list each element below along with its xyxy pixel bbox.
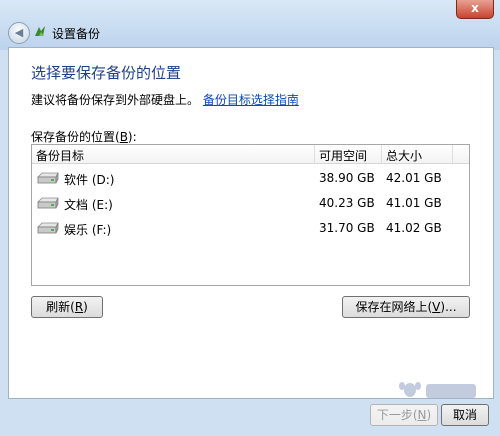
next-label: 下一步( [376,408,418,422]
drive-name: 文档 (E:) [64,198,113,212]
drive-free-space: 40.23 GB [319,196,375,210]
column-header-target[interactable]: 备份目标 [36,147,84,164]
drive-name: 娱乐 (F:) [64,223,112,237]
list-item-drive-e[interactable]: 文档 (E:) 40.23 GB 41.01 GB [32,192,469,216]
window: x ◀ 设置备份 选择要保存备份的位置 建议将备份保存到外部硬盘上。 备份目标选… [0,0,500,436]
hard-drive-icon [37,222,59,234]
back-button[interactable]: ◀ [8,22,30,44]
refresh-label: 刷新( [46,300,75,314]
list-label-suffix: ): [127,130,137,144]
column-header-free[interactable]: 可用空间 [319,147,367,164]
drive-total-size: 41.02 GB [386,221,442,235]
column-divider [381,145,382,163]
hard-drive-icon [37,197,59,209]
close-button[interactable]: x [456,0,494,19]
list-item-drive-d[interactable]: 软件 (D:) 38.90 GB 42.01 GB [32,167,469,191]
drive-name: 软件 (D:) [64,173,115,187]
list-header: 备份目标 可用空间 总大小 [32,145,469,164]
refresh-button[interactable]: 刷新(R) [31,296,103,318]
column-header-total[interactable]: 总大小 [386,147,422,164]
column-divider [314,145,315,163]
watermark-icon [399,382,476,398]
next-label-suffix: ) [426,408,432,422]
back-arrow-icon: ◀ [14,26,24,39]
list-label-prefix: 保存备份的位置( [31,130,120,144]
advice-link[interactable]: 备份目标选择指南 [203,93,299,107]
drive-free-space: 31.70 GB [319,221,375,235]
save-on-network-button[interactable]: 保存在网络上(V)... [342,296,470,318]
backup-destination-list[interactable]: 备份目标 可用空间 总大小 软件 (D:) 38.90 GB 42.01 GB [31,144,470,286]
advice-line: 建议将备份保存到外部硬盘上。 备份目标选择指南 [31,91,299,108]
refresh-hotkey: R [74,300,84,314]
network-label: 保存在网络上( [355,300,433,314]
window-title: 设置备份 [52,27,101,41]
advice-text: 建议将备份保存到外部硬盘上。 [31,93,200,107]
drive-total-size: 41.01 GB [386,196,442,210]
backup-app-icon [35,26,45,36]
column-divider [452,145,453,163]
list-item-drive-f[interactable]: 娱乐 (F:) 31.70 GB 41.02 GB [32,217,469,241]
network-label-suffix: )... [440,300,457,314]
drive-free-space: 38.90 GB [319,171,375,185]
location-list-label: 保存备份的位置(B): [31,128,137,145]
content-panel: 选择要保存备份的位置 建议将备份保存到外部硬盘上。 备份目标选择指南 保存备份的… [8,47,494,399]
page-title: 选择要保存备份的位置 [31,64,182,82]
drive-total-size: 42.01 GB [386,171,442,185]
list-label-hotkey: B [119,130,128,144]
refresh-label-suffix: ) [83,300,88,314]
hard-drive-icon [37,172,59,184]
close-icon: x [471,1,479,15]
